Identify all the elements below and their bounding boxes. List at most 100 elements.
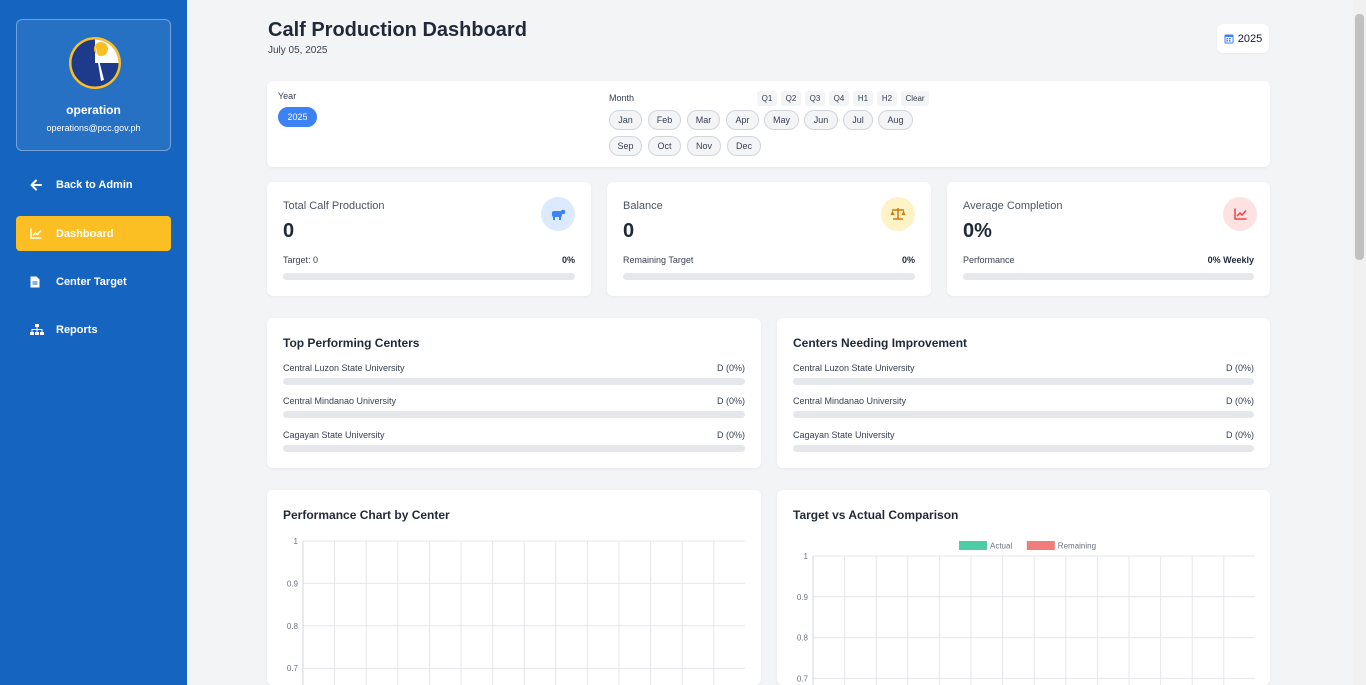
quick-q4-button[interactable]: Q4 xyxy=(829,91,849,106)
stat-card-balance: Balance 0 Remaining Target 0% xyxy=(607,182,931,296)
month-pill-jan[interactable]: Jan xyxy=(609,110,642,130)
center-grade: D (0%) xyxy=(1225,396,1254,406)
scrollbar-thumb[interactable] xyxy=(1355,14,1364,260)
center-name: Central Luzon State University xyxy=(793,363,915,373)
stat-pct: 0% Weekly xyxy=(1207,255,1254,265)
user-name: operation xyxy=(66,103,121,117)
center-name: Cagayan State University xyxy=(793,430,895,440)
arrow-left-icon xyxy=(30,179,56,191)
center-progress-bar xyxy=(283,411,745,418)
stat-value: 0 xyxy=(283,220,295,242)
y-tick-label: 0.9 xyxy=(797,593,809,602)
stat-value: 0% xyxy=(963,220,992,242)
month-pill-jun[interactable]: Jun xyxy=(804,110,838,130)
progress-bar xyxy=(623,273,915,280)
stat-sub: Target: 0 xyxy=(283,255,319,265)
user-email: operations@pcc.gov.ph xyxy=(46,123,141,133)
cow-icon xyxy=(541,197,575,231)
file-icon xyxy=(30,276,56,288)
month-pill-oct[interactable]: Oct xyxy=(648,136,681,156)
stat-card-average-completion: Average Completion 0% Performance 0% Wee… xyxy=(947,182,1270,296)
y-tick-label: 1 xyxy=(294,537,299,546)
quick-h2-button[interactable]: H2 xyxy=(877,91,897,106)
nav-back-to-admin[interactable]: Back to Admin xyxy=(16,167,171,202)
section-title: Centers Needing Improvement xyxy=(793,336,968,350)
y-tick-label: 0.7 xyxy=(797,674,809,683)
stat-sub: Remaining Target xyxy=(623,255,694,265)
quick-q2-button[interactable]: Q2 xyxy=(781,91,801,106)
nav-dashboard[interactable]: Dashboard xyxy=(16,216,171,251)
comparison-chart: 1 0.9 0.8 0.7 Actual Remaining xyxy=(797,541,1255,685)
month-pill-may[interactable]: May xyxy=(764,110,799,130)
y-tick-label: 0.8 xyxy=(287,622,299,631)
page-title: Calf Production Dashboard xyxy=(268,19,527,41)
month-pill-apr[interactable]: Apr xyxy=(726,110,759,130)
center-name: Cagayan State University xyxy=(283,430,385,440)
balance-scale-icon xyxy=(881,197,915,231)
month-pill-feb[interactable]: Feb xyxy=(648,110,681,130)
pcc-logo xyxy=(69,37,121,89)
center-name: Central Mindanao University xyxy=(793,396,907,406)
y-tick-label: 0.7 xyxy=(287,664,299,673)
stat-label: Average Completion xyxy=(963,200,1063,212)
stat-pct: 0% xyxy=(561,255,575,265)
center-grade: D (0%) xyxy=(716,430,745,440)
center-row: Cagayan State University D (0%) xyxy=(283,430,745,454)
legend-swatch xyxy=(1026,541,1055,550)
performance-chart: 1 0.9 0.8 0.7 xyxy=(287,537,745,685)
main-content: Calf Production Dashboard July 05, 2025 … xyxy=(187,0,1353,685)
quick-h1-button[interactable]: H1 xyxy=(853,91,873,106)
legend-swatch xyxy=(959,541,987,550)
center-progress-bar xyxy=(793,445,1254,452)
center-grade: D (0%) xyxy=(1225,363,1254,373)
center-progress-bar xyxy=(793,411,1254,418)
profile-card: operation operations@pcc.gov.ph xyxy=(16,19,171,151)
center-row: Central Mindanao University D (0%) xyxy=(793,396,1254,420)
center-row: Central Luzon State University D (0%) xyxy=(283,363,745,387)
nav-center-target[interactable]: Center Target xyxy=(16,264,171,299)
legend-label: Actual xyxy=(990,542,1012,551)
quick-q1-button[interactable]: Q1 xyxy=(757,91,777,106)
year-pill-2025[interactable]: 2025 xyxy=(278,107,317,127)
month-pill-dec[interactable]: Dec xyxy=(727,136,761,156)
progress-bar xyxy=(283,273,575,280)
stat-card-total-production: Total Calf Production 0 Target: 0 0% xyxy=(267,182,591,296)
section-title: Top Performing Centers xyxy=(283,336,420,350)
progress-bar xyxy=(963,273,1254,280)
chart-line-icon xyxy=(1223,197,1257,231)
chart-line-icon xyxy=(30,228,56,239)
quick-q3-button[interactable]: Q3 xyxy=(805,91,825,106)
month-pill-mar[interactable]: Mar xyxy=(687,110,720,130)
stat-label: Total Calf Production xyxy=(283,200,385,212)
stat-value: 0 xyxy=(623,220,635,242)
month-pill-nov[interactable]: Nov xyxy=(687,136,721,156)
year-button[interactable]: 2025 xyxy=(1217,24,1269,53)
nav-label: Reports xyxy=(56,323,98,336)
nav-reports[interactable]: Reports xyxy=(16,312,171,347)
center-progress-bar xyxy=(283,378,745,385)
month-pill-aug[interactable]: Aug xyxy=(878,110,913,130)
month-pill-sep[interactable]: Sep xyxy=(609,136,642,156)
calendar-icon xyxy=(1224,34,1234,44)
month-pill-jul[interactable]: Jul xyxy=(843,110,873,130)
needing-improvement-card: Centers Needing Improvement Central Luzo… xyxy=(777,318,1270,468)
page-scrollbar[interactable] xyxy=(1353,0,1366,685)
y-tick-label: 0.8 xyxy=(797,634,809,643)
center-row: Central Mindanao University D (0%) xyxy=(283,396,745,420)
month-filter-label: Month xyxy=(609,93,635,103)
performance-chart-card: Performance Chart by Center 1 0.9 0.8 0.7 xyxy=(267,490,761,685)
quick-clear-button[interactable]: Clear xyxy=(901,91,929,106)
sitemap-icon xyxy=(30,324,56,335)
y-tick-label: 1 xyxy=(804,552,809,561)
center-grade: D (0%) xyxy=(716,396,745,406)
center-progress-bar xyxy=(793,378,1254,385)
center-grade: D (0%) xyxy=(1225,430,1254,440)
center-row: Cagayan State University D (0%) xyxy=(793,430,1254,454)
year-button-label: 2025 xyxy=(1237,32,1263,45)
center-grade: D (0%) xyxy=(716,363,745,373)
nav-label: Dashboard xyxy=(56,227,114,240)
page-date: July 05, 2025 xyxy=(268,45,328,56)
legend-label: Remaining xyxy=(1058,542,1096,551)
comparison-chart-card: Target vs Actual Comparison 1 0.9 0.8 0.7 Ac… xyxy=(777,490,1270,685)
center-progress-bar xyxy=(283,445,745,452)
